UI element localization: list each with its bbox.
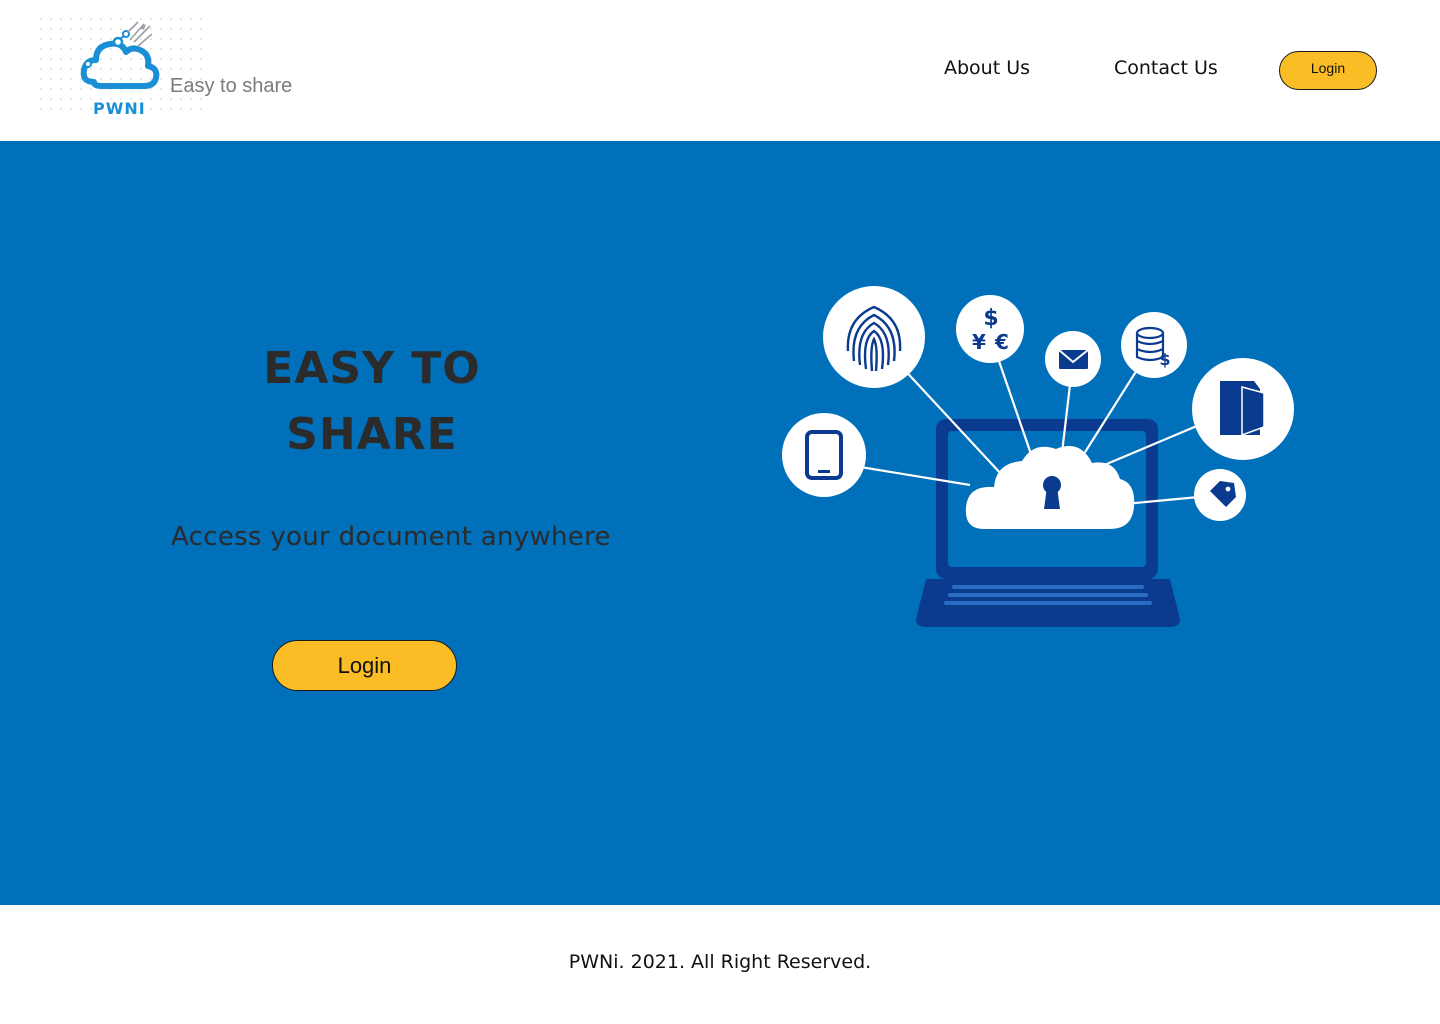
brand-name: PWNI [93,99,146,118]
coins-icon: $ [1121,312,1187,378]
svg-text:¥: ¥ [972,330,986,354]
hero-title-line-1: EASY TO [263,343,481,394]
tag-icon [1194,469,1246,521]
hero-subtitle: Access your document anywhere [171,522,611,552]
header-login-button[interactable]: Login [1279,51,1377,90]
tablet-icon [782,413,866,497]
nav-contact-us[interactable]: Contact Us [1114,57,1218,79]
svg-text:$: $ [1159,350,1170,369]
currency-icon: $ ¥ € [956,295,1024,363]
cloud-security-illustration: $ ¥ € $ [782,286,1294,627]
brand-tagline: Easy to share [170,75,293,97]
site-header: PWNI Easy to share About Us Contact Us L… [0,0,1440,141]
cloud-logo-icon [80,21,160,89]
mail-icon [1045,331,1101,387]
fingerprint-icon [823,286,925,388]
site-footer: PWNi. 2021. All Right Reserved. [0,905,1440,1024]
nav-about-us[interactable]: About Us [944,57,1030,79]
hero-title: EASY TO SHARE [212,336,532,468]
svg-text:€: € [994,330,1009,354]
logo[interactable]: PWNI [36,14,206,118]
hero-title-line-2: SHARE [286,409,458,460]
folder-icon [1192,358,1294,460]
svg-text:$: $ [983,306,998,331]
hero-section: EASY TO SHARE Access your document anywh… [0,141,1440,905]
copyright-text: PWNi. 2021. All Right Reserved. [568,951,872,973]
hero-login-button[interactable]: Login [272,640,457,691]
